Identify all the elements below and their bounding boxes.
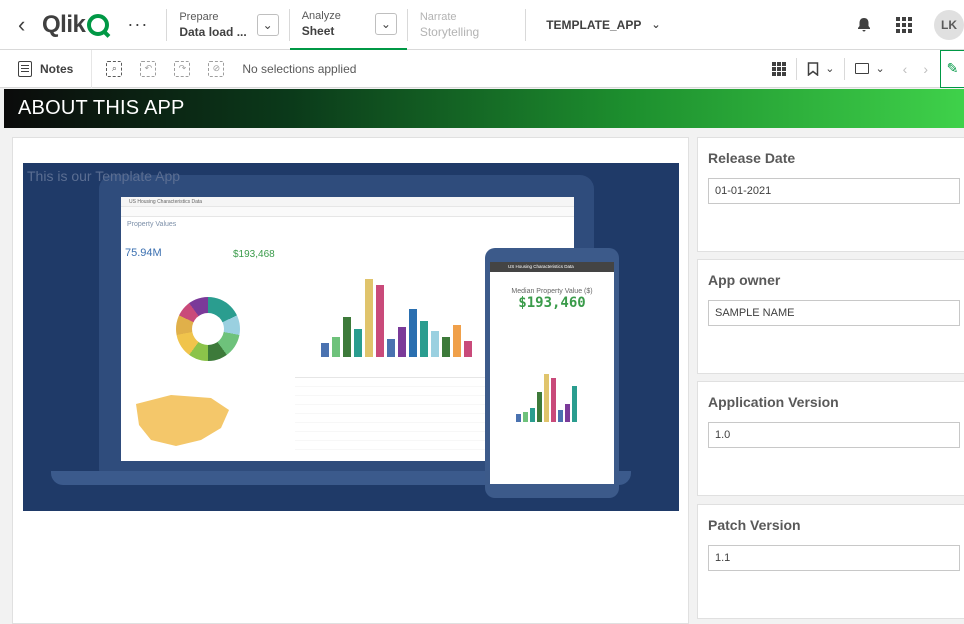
ellipsis-icon[interactable]: ··· xyxy=(127,14,148,35)
chevron-down-icon: ⌄ xyxy=(651,19,661,31)
us-map xyxy=(136,395,229,446)
notes-label: Notes xyxy=(40,61,74,76)
chevron-down-icon[interactable]: ⌄ xyxy=(374,12,397,35)
phone-app-header: US Housing Characteristics Data xyxy=(490,262,614,272)
sheet-title: ABOUT THIS APP xyxy=(18,97,185,119)
chevron-left-icon[interactable]: ‹ xyxy=(18,12,40,38)
sheet-title-bar: ABOUT THIS APP xyxy=(4,89,964,128)
intro-text: This is our Template App xyxy=(27,168,181,184)
logo-text: Qlik xyxy=(42,10,86,38)
tab-prepare-value: Data load ... xyxy=(179,24,247,39)
chevron-down-icon: ⌄ xyxy=(875,63,885,75)
tab-narrate-label: Narrate xyxy=(419,10,457,23)
phone-kpi-value: $193,460 xyxy=(518,295,586,311)
card-title: Application Version xyxy=(708,394,839,410)
bookmarks-button[interactable]: ⌄ xyxy=(797,61,844,76)
hero-image: US Housing Characteristics Data Property… xyxy=(23,163,679,511)
patch-version-field[interactable]: 1.1 xyxy=(708,545,960,571)
release-date-field[interactable]: 01-01-2021 xyxy=(708,178,960,204)
bookmark-icon xyxy=(807,61,819,76)
tab-analyze-value: Sheet xyxy=(301,23,335,38)
donut-chart xyxy=(176,297,240,361)
image-panel[interactable]: US Housing Characteristics Data Property… xyxy=(12,137,689,624)
selections-status: No selections applied xyxy=(242,61,357,76)
tab-narrate[interactable]: Narrate Storytelling xyxy=(408,0,489,50)
notes-icon xyxy=(18,60,32,77)
next-sheet-icon[interactable]: › xyxy=(915,61,936,77)
tab-prepare-label: Prepare xyxy=(179,10,219,23)
clear-selections-icon[interactable]: ⊘ xyxy=(208,60,225,77)
chevron-down-icon[interactable]: ⌄ xyxy=(256,13,279,36)
toolbar: Notes ⌕ ↶ ↷ ⊘ No selections applied ⌄ ⌄ … xyxy=(0,49,964,88)
avatar[interactable]: LK xyxy=(934,9,964,40)
application-version-card: Application Version 1.0 xyxy=(697,381,964,496)
phone-screen: US Housing Characteristics Data Median P… xyxy=(490,262,614,484)
sheets-grid-icon xyxy=(772,61,787,76)
laptop-toolbar xyxy=(121,207,574,217)
bell-icon[interactable] xyxy=(856,17,872,33)
notes-button[interactable]: Notes xyxy=(0,49,93,88)
phone-bar-chart xyxy=(516,372,608,422)
card-title: Patch Version xyxy=(708,517,801,533)
top-navigation-bar: ‹ Qlik ··· Prepare Data load ... ⌄ Analy… xyxy=(0,0,964,50)
app-owner-field[interactable]: SAMPLE NAME xyxy=(708,300,960,326)
phone-kpi-label: Median Property Value ($) xyxy=(511,288,593,295)
screen-icon xyxy=(855,63,870,74)
previous-sheet-icon[interactable]: ‹ xyxy=(895,61,916,77)
smart-search-icon[interactable]: ⌕ xyxy=(106,60,123,77)
application-version-field[interactable]: 1.0 xyxy=(708,422,960,448)
pencil-icon: ✎ xyxy=(946,60,959,76)
tab-analyze-label: Analyze xyxy=(301,9,341,22)
tab-analyze[interactable]: Analyze Sheet ⌄ xyxy=(289,0,407,50)
qlik-q-icon xyxy=(87,13,110,36)
step-forward-icon[interactable]: ↷ xyxy=(174,60,191,77)
divider xyxy=(525,8,527,41)
chevron-down-icon: ⌄ xyxy=(825,63,835,75)
qlik-logo[interactable]: Qlik xyxy=(42,10,110,39)
card-title: Release Date xyxy=(708,150,796,166)
tab-prepare[interactable]: Prepare Data load ... ⌄ xyxy=(167,0,288,50)
apps-grid-icon[interactable] xyxy=(896,16,912,33)
sheet-view-button[interactable]: ⌄ xyxy=(845,62,894,75)
kpi-units: 75.94M xyxy=(125,247,162,259)
sheets-grid-button[interactable] xyxy=(762,61,796,76)
kpi-price: $193,468 xyxy=(233,249,275,260)
laptop-section-title: Property Values xyxy=(127,221,177,228)
edit-sheet-button[interactable]: ✎ xyxy=(940,49,964,88)
app-name-dropdown[interactable]: TEMPLATE_APP ⌄ xyxy=(546,18,660,32)
tab-narrate-value: Storytelling xyxy=(419,24,480,39)
phone-mockup: US Housing Characteristics Data Median P… xyxy=(485,248,619,498)
app-name: TEMPLATE_APP xyxy=(546,17,642,32)
patch-version-card: Patch Version 1.1 xyxy=(697,504,964,619)
app-owner-card: App owner SAMPLE NAME xyxy=(697,259,964,374)
release-date-card: Release Date 01-01-2021 xyxy=(697,137,964,252)
card-title: App owner xyxy=(708,272,781,288)
laptop-app-header: US Housing Characteristics Data xyxy=(121,197,574,207)
step-back-icon[interactable]: ↶ xyxy=(140,60,157,77)
